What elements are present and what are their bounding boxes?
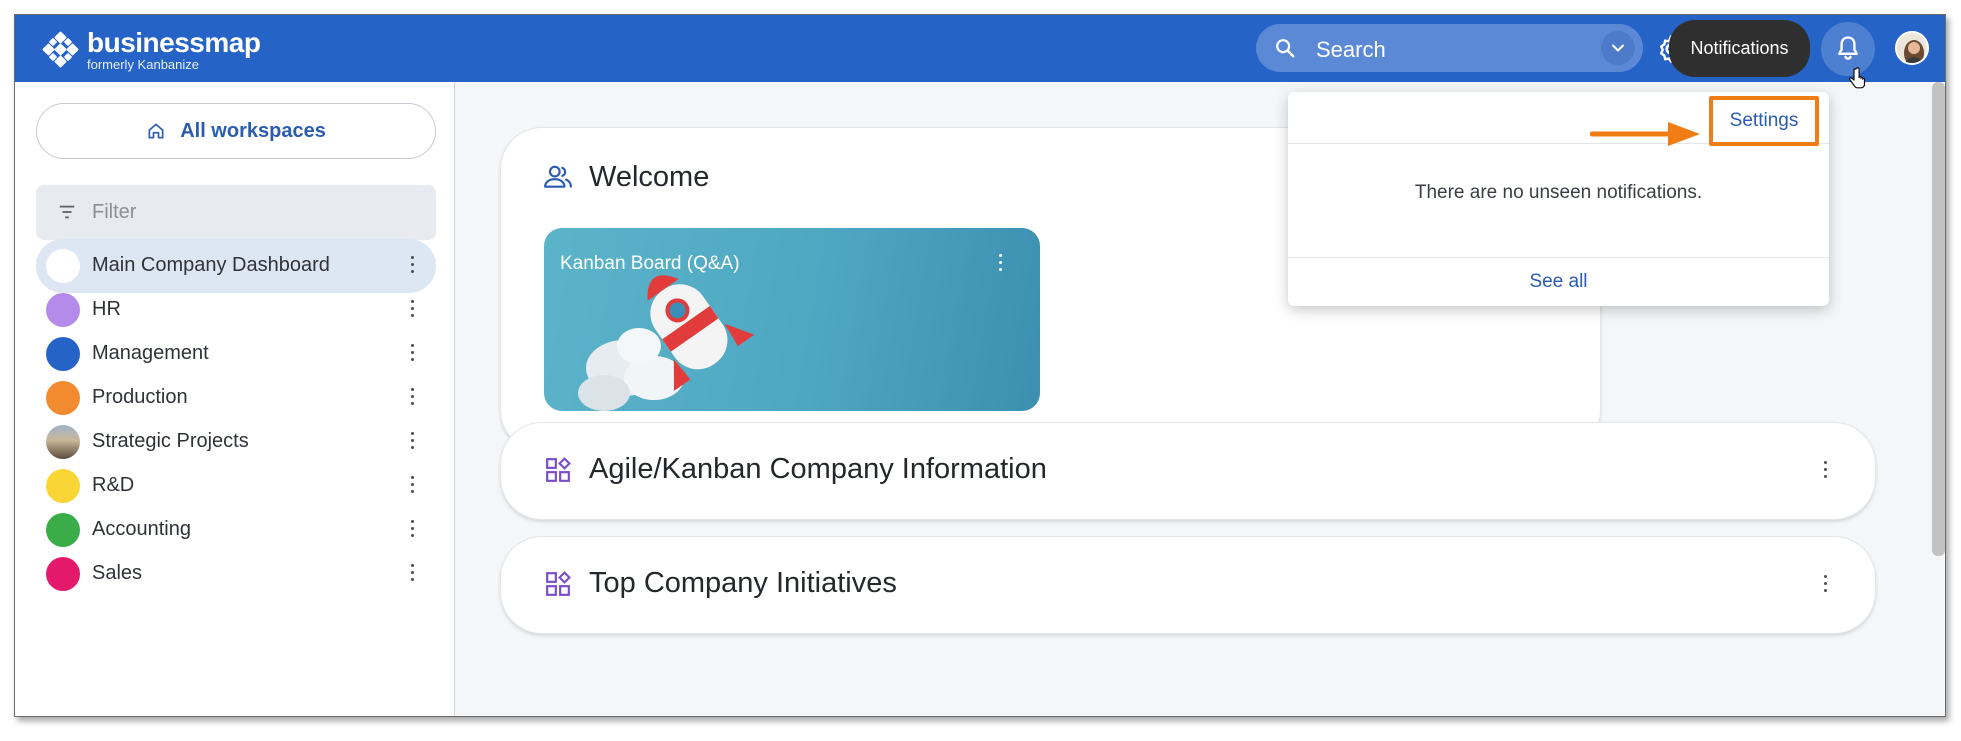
workspace-color-dot [46, 249, 80, 283]
filter-placeholder: Filter [92, 201, 137, 223]
filter-input[interactable]: Filter [36, 185, 436, 240]
more-options-icon[interactable] [410, 256, 414, 276]
arrow-annotation-icon [1590, 122, 1700, 146]
widgets-icon [546, 571, 571, 596]
logo-name: businessmap [87, 27, 261, 58]
search-icon [1276, 39, 1295, 58]
board-title: Kanban Board (Q&A) [560, 253, 740, 274]
board-tile[interactable]: Kanban Board (Q&A) [544, 228, 1040, 411]
widgets-icon [546, 457, 571, 482]
board-more-options-icon[interactable] [999, 254, 1002, 275]
more-options-icon[interactable] [410, 564, 414, 584]
section-card-agile-kanban[interactable]: Agile/Kanban Company Information [500, 422, 1876, 520]
section-card-top-initiatives[interactable]: Top Company Initiatives [500, 536, 1876, 634]
notifications-tooltip: Notifications [1669, 20, 1810, 77]
more-options-icon[interactable] [410, 476, 414, 496]
search-scope-dropdown[interactable] [1601, 31, 1635, 65]
home-icon [148, 123, 164, 139]
search-bar[interactable]: Search [1256, 24, 1643, 72]
workspace-color-dot [46, 557, 80, 591]
user-photo [1897, 33, 1927, 63]
app-window: businessmap formerly Kanbanize Search No… [14, 14, 1946, 717]
sidebar-item-label: HR [92, 298, 121, 320]
sidebar-item-label: Strategic Projects [92, 430, 249, 452]
more-options-icon[interactable] [410, 388, 414, 408]
search-input[interactable]: Search [1316, 37, 1386, 63]
notifications-settings-link[interactable]: Settings [1709, 96, 1819, 146]
avatar[interactable] [1895, 31, 1929, 65]
sidebar-item-label: R&D [92, 474, 135, 496]
more-options-icon[interactable] [410, 300, 414, 320]
sidebar-item-label: Management [92, 342, 209, 364]
workspace-color-dot [46, 381, 80, 415]
notifications-header: Settings [1288, 92, 1829, 146]
see-all-link[interactable]: See all [1288, 257, 1829, 306]
notifications-empty-message: There are no unseen notifications. [1414, 182, 1703, 203]
top-bar: businessmap formerly Kanbanize Search No… [15, 15, 1945, 82]
workspace-color-dot [46, 513, 80, 547]
sidebar-item-label: Main Company Dashboard [92, 254, 330, 276]
logo[interactable]: businessmap formerly Kanbanize [42, 27, 261, 72]
filter-icon [59, 205, 75, 219]
workspace-image-dot [46, 425, 80, 459]
more-options-icon[interactable] [1824, 461, 1827, 482]
sidebar-item-sales[interactable]: Sales [36, 547, 436, 601]
workspace-color-dot [46, 469, 80, 503]
more-options-icon[interactable] [1824, 575, 1827, 596]
sidebar-item-label: Accounting [92, 518, 191, 540]
more-options-icon[interactable] [410, 344, 414, 364]
logo-subtitle: formerly Kanbanize [87, 57, 199, 72]
workspace-color-dot [46, 337, 80, 371]
sidebar: All workspaces Filter Main Company Dashb… [15, 82, 455, 716]
welcome-title: Welcome [589, 161, 710, 193]
logo-icon [42, 31, 79, 68]
chevron-down-icon [1612, 44, 1624, 52]
bell-icon [1838, 36, 1858, 60]
scrollbar[interactable] [1932, 82, 1945, 556]
sidebar-item-label: Production [92, 386, 188, 408]
all-workspaces-label: All workspaces [180, 119, 326, 142]
people-icon [544, 165, 572, 188]
more-options-icon[interactable] [410, 520, 414, 540]
section-title: Agile/Kanban Company Information [589, 453, 1047, 485]
sidebar-item-label: Sales [92, 562, 143, 584]
all-workspaces-button[interactable]: All workspaces [36, 103, 436, 159]
pointer-cursor-icon [1849, 67, 1866, 89]
workspace-color-dot [46, 293, 80, 327]
section-title: Top Company Initiatives [589, 567, 897, 599]
more-options-icon[interactable] [410, 432, 414, 452]
notifications-dropdown: Settings There are no unseen notificatio… [1288, 92, 1829, 306]
